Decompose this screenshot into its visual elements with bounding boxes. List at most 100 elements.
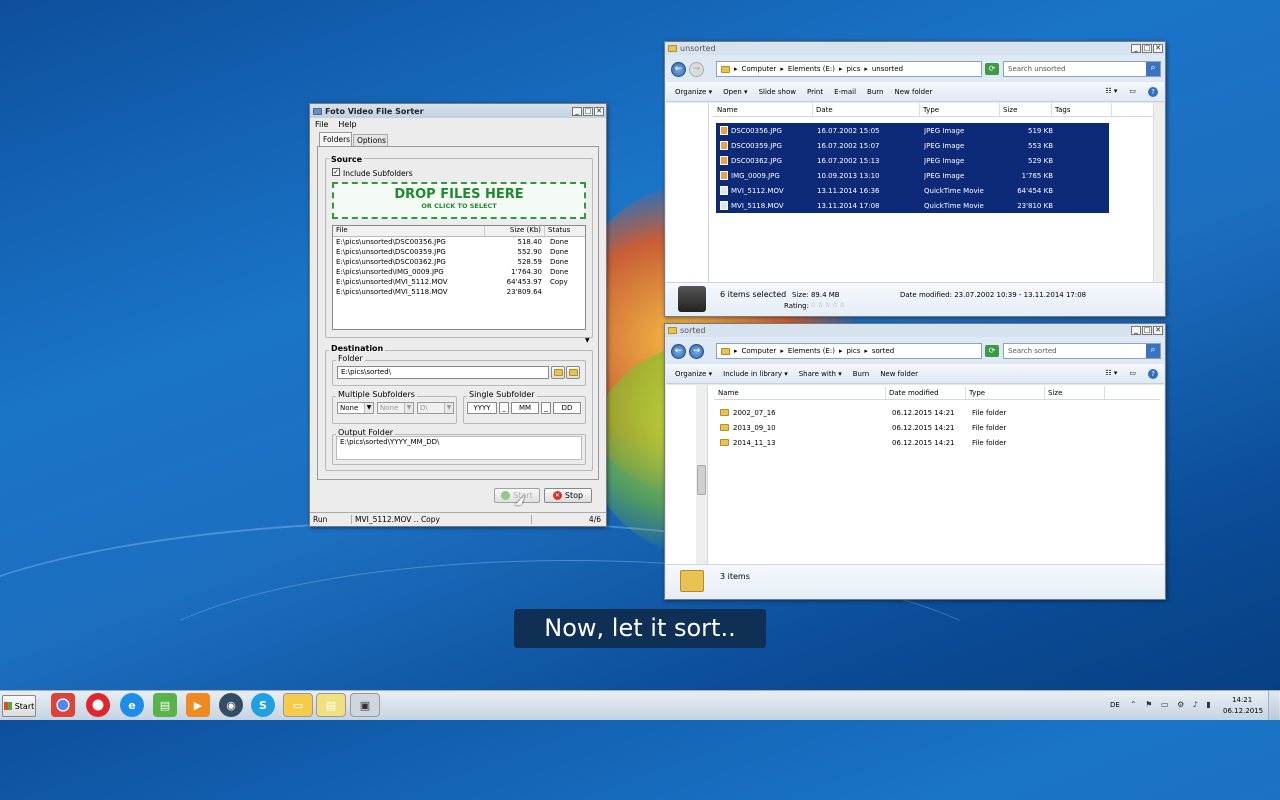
- close-button[interactable]: ✕: [1153, 44, 1163, 53]
- media-player-icon[interactable]: ▶: [186, 693, 210, 717]
- file-list-row[interactable]: E:\pics\unsorted\DSC00359.JPG 552.90 Done: [333, 247, 585, 257]
- col-type[interactable]: Type: [966, 386, 1045, 399]
- crumb-computer[interactable]: Computer: [742, 347, 777, 355]
- start-menu-button[interactable]: Start: [2, 695, 36, 717]
- open-folder-button[interactable]: [566, 366, 580, 379]
- forward-button[interactable]: →: [689, 62, 704, 77]
- preview-pane-icon[interactable]: ▭: [1129, 87, 1136, 97]
- sorted-titlebar[interactable]: sorted _ □ ✕: [665, 324, 1165, 337]
- collapse-arrow[interactable]: ▼: [585, 337, 590, 344]
- back-button[interactable]: ←: [671, 62, 686, 77]
- crumb-drive[interactable]: Elements (E:): [788, 65, 835, 73]
- unsorted-scrollbar[interactable]: [1153, 103, 1164, 282]
- crumb-pics[interactable]: pics: [846, 347, 860, 355]
- file-row[interactable]: DSC00362.JPG 16.07.2002 15:13 JPEG Image 52…: [716, 153, 1109, 168]
- separator-2-field[interactable]: _: [541, 402, 551, 414]
- multi-combo-1[interactable]: None ▼: [337, 402, 374, 414]
- nav-scrollbar[interactable]: [696, 385, 707, 564]
- organize-button[interactable]: Organize ▾: [675, 88, 712, 96]
- organize-button[interactable]: Organize ▾: [675, 370, 712, 378]
- sorter-titlebar[interactable]: Foto Video File Sorter _ □ ✕: [310, 104, 606, 118]
- email-button[interactable]: E-mail: [834, 88, 856, 96]
- folder-field[interactable]: E:\pics\sorted\: [337, 366, 549, 379]
- skype-icon[interactable]: S: [251, 693, 275, 717]
- include-subfolders-checkbox[interactable]: ✓: [332, 168, 340, 176]
- folder-row[interactable]: 2014_11_13 06.12.2015 14:21 File folder: [716, 435, 1156, 450]
- tab-folders[interactable]: Folders: [319, 132, 352, 146]
- help-icon[interactable]: ?: [1148, 86, 1158, 97]
- file-row[interactable]: MVI_5112.MOV 13.11.2014 16:36 QuickTime Mo…: [716, 183, 1109, 198]
- crumb-computer[interactable]: Computer: [742, 65, 777, 73]
- col-status[interactable]: Status: [545, 226, 585, 236]
- preview-pane-icon[interactable]: ▭: [1129, 369, 1136, 379]
- share-with-button[interactable]: Share with ▾: [799, 370, 842, 378]
- multi-combo-2[interactable]: None ▼: [377, 402, 414, 414]
- file-list-row[interactable]: E:\pics\unsorted\DSC00356.JPG 518.40 Done: [333, 237, 585, 247]
- refresh-button[interactable]: ⟳: [985, 345, 999, 357]
- file-list-row[interactable]: E:\pics\unsorted\MVI_5118.MOV 23'809.64: [333, 287, 585, 297]
- crumb-unsorted[interactable]: unsorted: [872, 65, 903, 73]
- sorted-search-input[interactable]: Search sorted ⌕: [1003, 343, 1161, 359]
- minimize-button[interactable]: _: [1131, 326, 1141, 335]
- file-row[interactable]: IMG_0009.JPG 10.09.2013 13:10 JPEG Image 1'…: [716, 168, 1109, 183]
- view-options-icon[interactable]: ☷ ▾: [1105, 87, 1117, 97]
- year-field[interactable]: YYYY: [467, 402, 497, 414]
- minimize-button[interactable]: _: [572, 106, 582, 116]
- internet-explorer-icon[interactable]: e: [120, 693, 144, 717]
- language-indicator[interactable]: DE: [1110, 701, 1120, 709]
- clock-date[interactable]: 06.12.2015: [1223, 707, 1263, 715]
- tray-icons[interactable]: ⌃ ⚑ ▭ ⚙ ♪ ▮: [1130, 700, 1214, 709]
- maximize-button[interactable]: □: [1142, 44, 1152, 53]
- stop-button[interactable]: ✕ Stop: [544, 488, 592, 503]
- include-in-library-button[interactable]: Include in library ▾: [723, 370, 788, 378]
- unsorted-address-bar[interactable]: ▸ Computer ▸ Elements (E:) ▸ pics ▸ unsorted: [716, 61, 982, 77]
- tux-icon[interactable]: ◉: [219, 693, 243, 717]
- file-list-row[interactable]: E:\pics\unsorted\MVI_5112.MOV 64'453.97 Co…: [333, 277, 585, 287]
- nav-scroll-thumb[interactable]: [697, 465, 706, 495]
- menu-file[interactable]: File: [315, 120, 328, 129]
- browse-folder-button[interactable]: [551, 366, 565, 379]
- day-field[interactable]: DD: [553, 402, 581, 414]
- col-date[interactable]: Date: [813, 103, 920, 116]
- maximize-button[interactable]: □: [583, 106, 593, 116]
- rating-stars[interactable]: ☆☆☆☆☆: [810, 301, 846, 309]
- view-options-icon[interactable]: ☷ ▾: [1105, 369, 1117, 379]
- show-desktop-button[interactable]: [1268, 691, 1279, 720]
- maximize-button[interactable]: □: [1142, 326, 1152, 335]
- file-row[interactable]: DSC00359.JPG 16.07.2002 15:07 JPEG Image 55…: [716, 138, 1109, 153]
- file-list[interactable]: File Size (Kb) Status E:\pics\unsorted\D…: [332, 225, 586, 330]
- open-button[interactable]: Open ▾: [723, 88, 747, 96]
- col-size[interactable]: Size: [1045, 386, 1105, 399]
- close-button[interactable]: ✕: [594, 106, 604, 116]
- col-file[interactable]: File: [333, 226, 485, 236]
- multi-combo-3[interactable]: D\ ▼: [417, 402, 454, 414]
- crumb-sorted[interactable]: sorted: [872, 347, 894, 355]
- crumb-pics[interactable]: pics: [846, 65, 860, 73]
- separator-1-field[interactable]: _: [499, 402, 509, 414]
- col-name[interactable]: Name: [713, 103, 813, 116]
- explorer-taskbar-icon-2[interactable]: ▤: [316, 693, 346, 717]
- print-button[interactable]: Print: [807, 88, 823, 96]
- back-button[interactable]: ←: [671, 344, 686, 359]
- folder-row[interactable]: 2013_09_10 06.12.2015 14:21 File folder: [716, 420, 1156, 435]
- col-type[interactable]: Type: [920, 103, 1000, 116]
- unsorted-titlebar[interactable]: unsorted _ □ ✕: [665, 42, 1165, 55]
- minimize-button[interactable]: _: [1131, 44, 1141, 53]
- folder-row[interactable]: 2002_07_16 06.12.2015 14:21 File folder: [716, 405, 1156, 420]
- col-name[interactable]: Name: [714, 386, 886, 399]
- col-size[interactable]: Size (Kb): [485, 226, 545, 236]
- forward-button[interactable]: →: [689, 344, 704, 359]
- close-button[interactable]: ✕: [1153, 326, 1163, 335]
- col-date-modified[interactable]: Date modified: [886, 386, 966, 399]
- month-field[interactable]: MM: [511, 402, 539, 414]
- file-list-row[interactable]: E:\pics\unsorted\DSC00362.JPG 528.59 Done: [333, 257, 585, 267]
- help-icon[interactable]: ?: [1148, 368, 1158, 379]
- new-folder-button[interactable]: New folder: [894, 88, 932, 96]
- tab-options[interactable]: Options: [353, 134, 388, 146]
- file-row[interactable]: MVI_5118.MOV 13.11.2014 17:08 QuickTime Mo…: [716, 198, 1109, 213]
- spreadsheet-icon[interactable]: ▤: [153, 693, 177, 717]
- col-tags[interactable]: Tags: [1052, 103, 1112, 116]
- clock-time[interactable]: 14:21: [1232, 696, 1252, 704]
- menu-help[interactable]: Help: [338, 120, 356, 129]
- col-size[interactable]: Size: [1000, 103, 1052, 116]
